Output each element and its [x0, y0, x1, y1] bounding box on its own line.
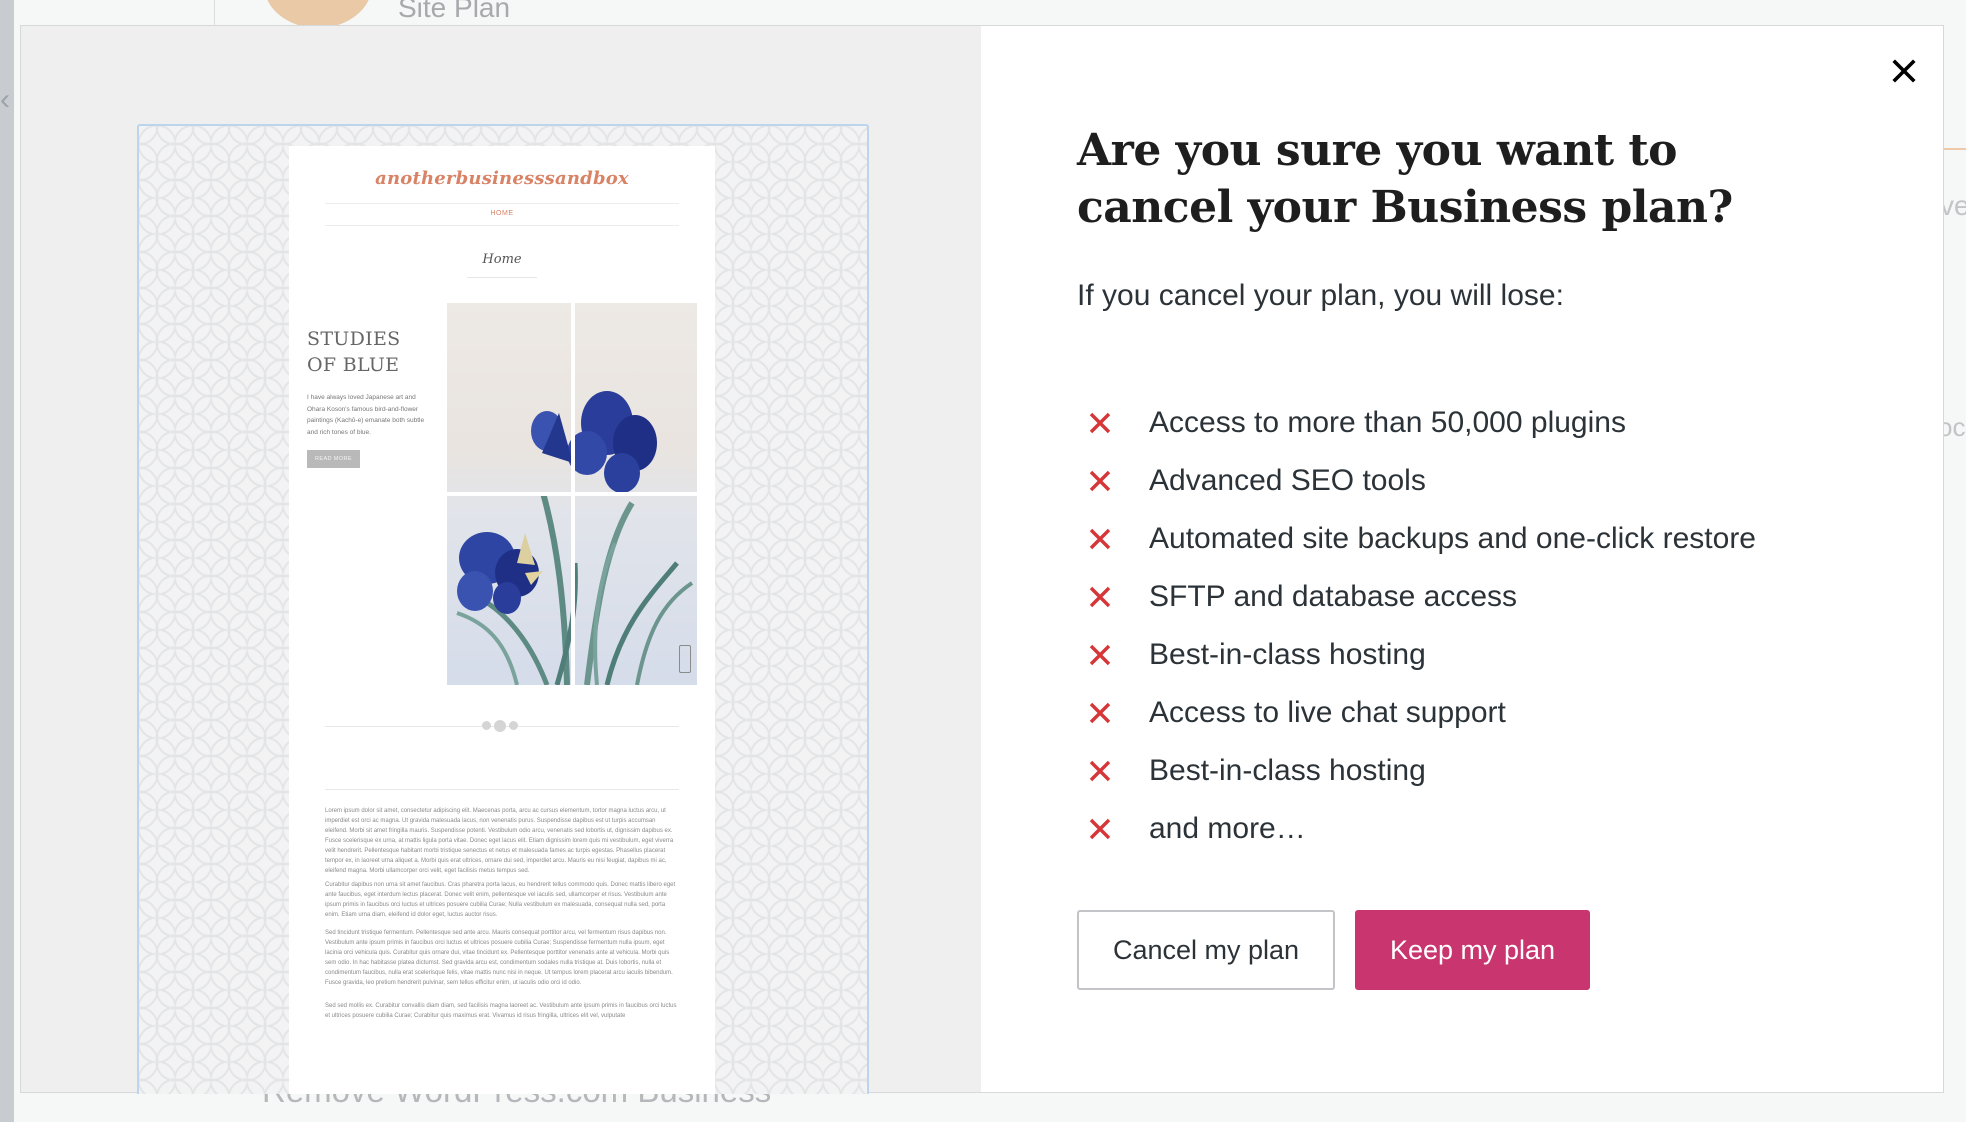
loss-item-text: Advanced SEO tools: [1149, 464, 1426, 497]
cross-icon: [1085, 408, 1115, 438]
list-item: Best-in-class hosting: [1085, 742, 1756, 800]
image-divider-horizontal: [447, 492, 697, 496]
loss-item-text: and more…: [1149, 812, 1306, 845]
ornament-dot: [494, 719, 506, 732]
chevron-left-icon: ‹: [0, 83, 10, 116]
list-item: Access to live chat support: [1085, 684, 1756, 742]
site-preview: anotherbusinesssandbox HOME Home STUDIES…: [137, 124, 869, 1094]
cross-icon: [1085, 466, 1115, 496]
divider: [214, 0, 215, 25]
preview-read-more-button: READ MORE: [307, 450, 360, 468]
preview-nav-home: HOME: [490, 210, 514, 217]
divider: [325, 225, 679, 226]
preview-paragraph: Sed tincidunt tristique fermentum. Pelle…: [325, 930, 673, 986]
list-item: Best-in-class hosting: [1085, 626, 1756, 684]
close-button[interactable]: [1884, 51, 1924, 91]
modal-heading: Are you sure you want to cancel your Bus…: [1077, 125, 1733, 233]
divider: [325, 789, 679, 790]
ornament: [482, 719, 518, 732]
cancel-confirmation-panel: Are you sure you want to cancel your Bus…: [981, 26, 1943, 1092]
divider: [325, 203, 679, 204]
list-item: and more…: [1085, 800, 1756, 858]
list-item: Advanced SEO tools: [1085, 452, 1756, 510]
site-preview-panel: anotherbusinesssandbox HOME Home STUDIES…: [21, 26, 981, 1094]
keep-plan-button[interactable]: Keep my plan: [1355, 910, 1590, 990]
cancel-plan-button[interactable]: Cancel my plan: [1077, 910, 1335, 990]
loss-list: Access to more than 50,000 plugins Advan…: [1085, 394, 1756, 858]
preview-page-title: Home: [482, 252, 522, 267]
site-avatar: [264, 0, 372, 28]
divider: [467, 277, 537, 278]
list-item: Access to more than 50,000 plugins: [1085, 394, 1756, 452]
cross-icon: [1085, 640, 1115, 670]
cross-icon: [1085, 814, 1115, 844]
close-icon: [1892, 59, 1916, 83]
cross-icon: [1085, 698, 1115, 728]
preview-paragraph: Curabitur dapibus non urna sit amet fauc…: [325, 882, 676, 918]
sidebar-strip: [0, 0, 14, 1122]
preview-paragraph: Sed sed mollis ex. Curabitur convallis d…: [325, 1003, 677, 1019]
cross-icon: [1085, 524, 1115, 554]
modal-intro: If you cancel your plan, you will lose:: [1077, 279, 1564, 312]
preview-post-title-line: STUDIES: [307, 328, 401, 350]
site-preview-page: anotherbusinesssandbox HOME Home STUDIES…: [289, 146, 715, 1094]
loss-item-text: Access to more than 50,000 plugins: [1149, 406, 1626, 439]
loss-item-text: Automated site backups and one-click res…: [1149, 522, 1756, 555]
accent-line: [1944, 148, 1966, 150]
list-item: Automated site backups and one-click res…: [1085, 510, 1756, 568]
cross-icon: [1085, 582, 1115, 612]
preview-site-title: anotherbusinesssandbox: [375, 168, 629, 189]
site-plan-label: Site Plan: [398, 0, 511, 23]
cross-icon: [1085, 756, 1115, 786]
preview-post-title-line: OF BLUE: [307, 354, 400, 376]
cancel-plan-modal: anotherbusinesssandbox HOME Home STUDIES…: [20, 25, 1944, 1094]
artist-seal: [679, 645, 691, 673]
ornament-dot: [482, 721, 491, 730]
iris-painting-image: [447, 303, 697, 685]
preview-post-intro: STUDIES OF BLUE I have always loved Japa…: [307, 326, 431, 468]
preview-post-excerpt: I have always loved Japanese art and Oha…: [307, 394, 425, 436]
preview-post-title: STUDIES OF BLUE: [307, 326, 431, 378]
loss-item-text: Best-in-class hosting: [1149, 638, 1426, 671]
list-item: SFTP and database access: [1085, 568, 1756, 626]
ornament-dot: [509, 721, 518, 730]
loss-item-text: Best-in-class hosting: [1149, 754, 1426, 787]
preview-paragraph: Lorem ipsum dolor sit amet, consectetur …: [325, 808, 674, 874]
loss-item-text: Access to live chat support: [1149, 696, 1506, 729]
loss-item-text: SFTP and database access: [1149, 580, 1517, 613]
